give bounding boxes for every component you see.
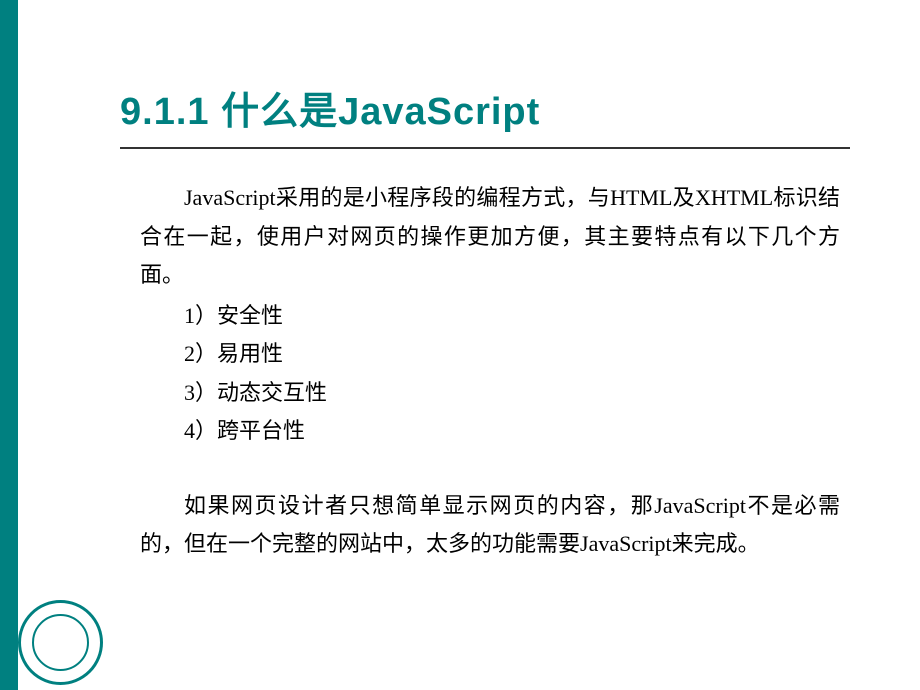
list-item: 2）易用性: [140, 335, 860, 374]
feature-list: 1）安全性 2）易用性 3）动态交互性 4）跨平台性: [140, 297, 860, 451]
content-area: 9.1.1 什么是JavaScript JavaScript采用的是小程序段的编…: [120, 80, 860, 564]
list-item: 1）安全性: [140, 297, 860, 336]
corner-circle-inner-decoration: [32, 614, 89, 671]
left-strip-decoration: [0, 0, 18, 690]
list-item: 4）跨平台性: [140, 412, 860, 451]
slide-title: 9.1.1 什么是JavaScript: [120, 80, 860, 135]
intro-paragraph: JavaScript采用的是小程序段的编程方式，与HTML及XHTML标识结合在…: [140, 179, 840, 295]
list-item: 3）动态交互性: [140, 374, 860, 413]
title-underline: [120, 147, 850, 149]
conclusion-paragraph: 如果网页设计者只想简单显示网页的内容，那JavaScript不是必需的，但在一个…: [140, 487, 840, 564]
